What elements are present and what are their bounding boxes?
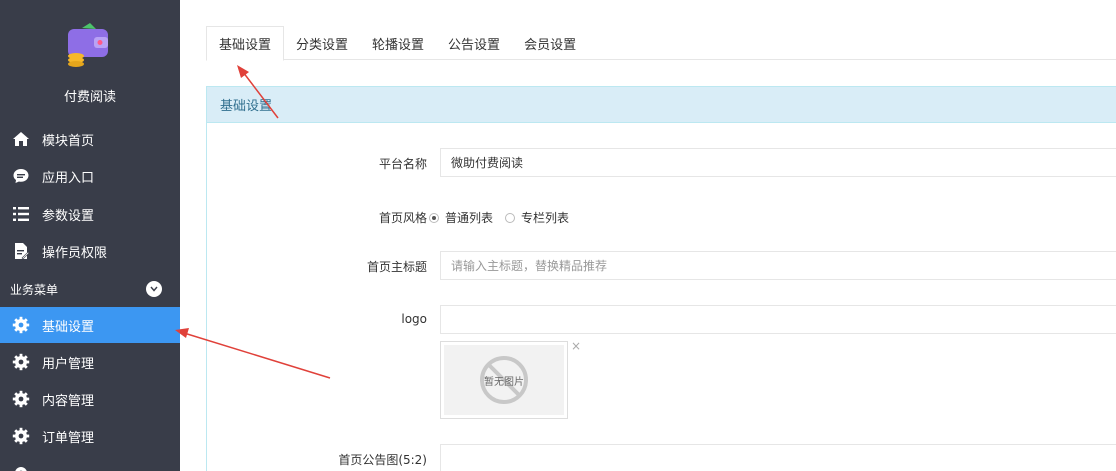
radio-normal-list-label: 普通列表 [445,211,494,225]
document-edit-icon [0,242,42,260]
platform-name-input[interactable]: 微助付费阅读 [440,148,1116,177]
app-title: 付费阅读 [63,90,116,105]
sidebar-item-operator-perms[interactable]: 操作员权限 [0,233,180,269]
sidebar-item-label: 内容管理 [42,393,95,409]
radio-column-list-label: 专栏列表 [521,211,570,225]
notice-image-label: 首页公告图(5:2) [338,453,427,467]
gear-icon [0,390,42,408]
tab-basic-settings[interactable]: 基础设置 [206,26,285,61]
sidebar-item-label: 基础设置 [42,319,95,335]
sidebar-item-label: 参数设置 [42,208,95,224]
no-image-placeholder: 暂无图片 [444,345,564,415]
main-content: 基础设置 分类设置 轮播设置 公告设置 会员设置 基础设置 平台名称 微助付费阅… [180,0,1116,471]
sidebar-item-order-mgmt[interactable]: 订单管理 [0,418,180,454]
home-style-label: 首页风格 [378,211,427,225]
gear-icon [0,464,42,471]
logo-thumbnail[interactable]: 暂无图片 [440,341,568,419]
wallet-logo-icon [68,23,108,67]
basic-settings-panel: 基础设置 平台名称 微助付费阅读 首页风格 普通列表 专栏列表 首页主标题 请输… [206,86,1116,471]
section-title: 业务菜单 [10,282,59,297]
list-settings-icon [0,206,42,222]
sidebar: 付费阅读 模块首页 应用入口 参数设置 操作员权限 业务菜单 基础设置 用户管理… [0,0,180,471]
no-image-text: 暂无图片 [484,376,524,388]
gear-icon [0,353,42,371]
sidebar-header: 付费阅读 [0,0,180,120]
sidebar-item-label: 模块首页 [42,133,95,149]
tab-member-settings[interactable]: 会员设置 [512,26,588,60]
sidebar-item-label: 应用入口 [42,170,95,186]
panel-title: 基础设置 [207,87,1116,123]
tab-carousel-settings[interactable]: 轮播设置 [360,26,436,60]
sidebar-item-user-mgmt[interactable]: 用户管理 [0,344,180,380]
chevron-down-icon[interactable] [146,281,162,297]
platform-name-label: 平台名称 [378,157,427,171]
gear-icon [0,427,42,445]
home-style-radio-group: 普通列表 专栏列表 [429,209,581,226]
sidebar-item-label: 用户管理 [42,356,95,372]
logo-label: logo [401,312,427,326]
tab-notice-settings[interactable]: 公告设置 [436,26,512,60]
radio-unselected-icon[interactable] [505,212,516,223]
sidebar-item-app-entry[interactable]: 应用入口 [0,158,180,194]
settings-tabs: 基础设置 分类设置 轮播设置 公告设置 会员设置 [206,26,1116,61]
notice-image-input[interactable] [440,444,1116,471]
sidebar-item-label: 操作员权限 [42,245,108,261]
sidebar-item-partial-next[interactable] [0,455,180,471]
radio-column-list[interactable]: 专栏列表 [505,209,569,226]
logo-input[interactable] [440,305,1116,334]
radio-selected-icon[interactable] [429,212,439,223]
gear-icon [0,316,42,334]
sidebar-section-business-menu[interactable]: 业务菜单 [0,272,180,306]
sidebar-item-label: 订单管理 [42,430,95,446]
home-title-label: 首页主标题 [366,260,427,274]
sidebar-item-module-home[interactable]: 模块首页 [0,121,180,157]
sidebar-item-content-mgmt[interactable]: 内容管理 [0,381,180,417]
home-title-input[interactable]: 请输入主标题，替换精品推荐 [440,251,1116,280]
sidebar-item-params[interactable]: 参数设置 [0,196,180,232]
radio-normal-list[interactable]: 普通列表 [429,209,493,226]
close-icon[interactable]: × [571,339,581,353]
tab-category-settings[interactable]: 分类设置 [284,26,360,60]
chat-bubble-icon [0,167,42,185]
sidebar-item-basic-settings[interactable]: 基础设置 [0,307,180,343]
home-icon [0,131,42,147]
